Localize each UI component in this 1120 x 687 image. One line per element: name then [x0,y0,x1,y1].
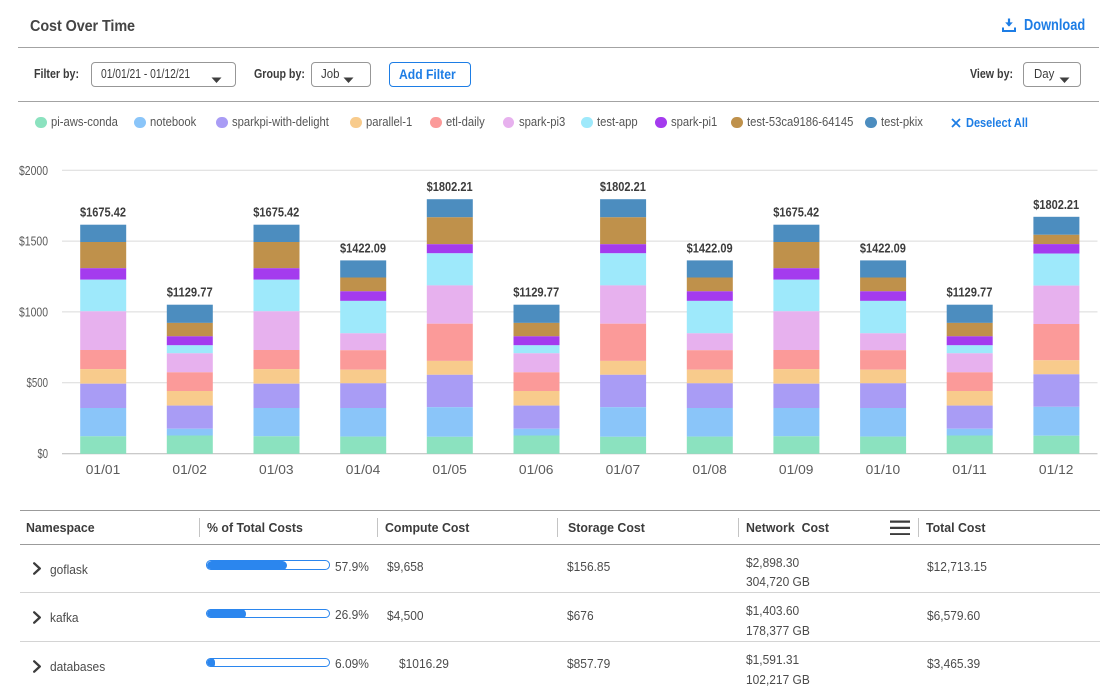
svg-text:$1802.21: $1802.21 [427,179,473,194]
svg-text:01/09: 01/09 [779,462,814,477]
svg-text:$1422.09: $1422.09 [687,240,733,255]
svg-text:01/10: 01/10 [866,462,901,477]
svg-text:$500: $500 [27,376,49,390]
svg-text:01/01: 01/01 [86,462,121,477]
svg-text:$1802.21: $1802.21 [1033,197,1079,212]
svg-text:01/08: 01/08 [692,462,727,477]
svg-text:$1802.21: $1802.21 [600,179,646,194]
svg-text:$1422.09: $1422.09 [340,240,386,255]
svg-text:$1129.77: $1129.77 [513,285,559,300]
svg-text:$1675.42: $1675.42 [253,205,299,220]
svg-text:01/02: 01/02 [172,462,207,477]
svg-text:$1422.09: $1422.09 [860,240,906,255]
svg-text:01/03: 01/03 [259,462,294,477]
svg-text:$1000: $1000 [19,305,48,319]
svg-text:$1675.42: $1675.42 [773,205,819,220]
svg-text:01/12: 01/12 [1039,462,1074,477]
svg-text:$0: $0 [38,447,49,461]
svg-text:$2000: $2000 [19,164,48,178]
svg-text:$1675.42: $1675.42 [80,205,126,220]
svg-text:01/05: 01/05 [432,462,467,477]
svg-text:01/07: 01/07 [606,462,641,477]
svg-text:$1129.77: $1129.77 [947,285,993,300]
svg-text:$1500: $1500 [19,235,48,249]
svg-text:01/06: 01/06 [519,462,554,477]
svg-text:$1129.77: $1129.77 [167,285,213,300]
svg-text:01/04: 01/04 [346,462,381,477]
svg-text:01/11: 01/11 [952,462,987,477]
